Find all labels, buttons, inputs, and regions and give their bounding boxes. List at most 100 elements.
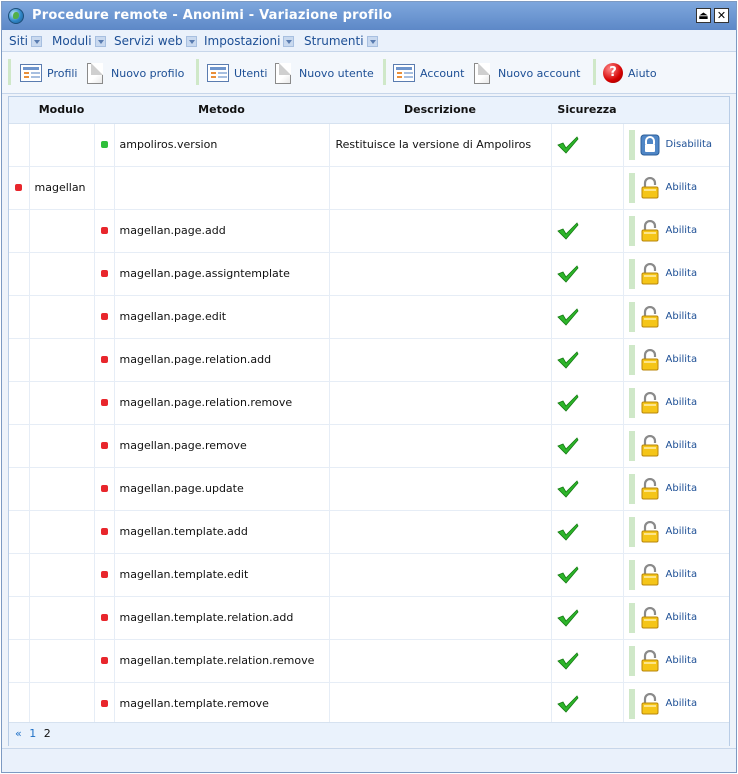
enable-action[interactable]: Abilita — [628, 301, 730, 332]
chevron-down-icon[interactable] — [31, 35, 42, 47]
enable-action[interactable]: Abilita — [628, 387, 730, 418]
menu-strumenti[interactable]: Strumenti — [304, 34, 378, 48]
action-label[interactable]: Disabilita — [666, 139, 713, 150]
action-label[interactable]: Abilita — [666, 483, 698, 494]
menu-siti[interactable]: Siti — [9, 34, 42, 48]
enable-action[interactable]: Abilita — [628, 344, 730, 375]
lock-open-icon[interactable] — [640, 176, 660, 199]
checkmark-icon — [556, 350, 578, 369]
lock-open-icon[interactable] — [640, 391, 660, 414]
metodo-cell: magellan.page.remove — [114, 424, 330, 468]
maximize-button[interactable]: ⏏ — [696, 8, 711, 23]
pagination-page-1[interactable]: 1 — [29, 727, 36, 740]
enable-action[interactable]: Abilita — [628, 602, 730, 633]
enable-action[interactable]: Abilita — [628, 258, 730, 289]
action-cell: Disabilita — [623, 123, 730, 167]
header-actions — [623, 97, 729, 124]
lock-open-icon[interactable] — [640, 219, 660, 242]
nuovo-utente-button[interactable]: Nuovo utente — [275, 60, 374, 86]
enable-action[interactable]: Abilita — [628, 172, 730, 203]
methods-table-body: ampoliros.version Restituisce la versione… — [9, 123, 730, 726]
aiuto-button[interactable]: ? Aiuto — [603, 60, 657, 86]
descrizione-cell — [329, 467, 552, 511]
action-cell: Abilita — [623, 682, 730, 726]
action-label[interactable]: Abilita — [666, 268, 698, 279]
account-button[interactable]: Account — [393, 60, 464, 86]
enable-action[interactable]: Abilita — [628, 688, 730, 719]
enable-action[interactable]: Abilita — [628, 559, 730, 590]
action-separator — [628, 559, 635, 590]
menu-impostazioni[interactable]: Impostazioni — [204, 34, 295, 48]
profili-label: Profili — [47, 66, 78, 80]
lock-open-icon[interactable] — [640, 649, 660, 672]
chevron-down-icon[interactable] — [94, 35, 106, 47]
disable-action[interactable]: Disabilita — [628, 129, 730, 160]
pagination-prev[interactable]: « — [15, 727, 22, 740]
action-label[interactable]: Abilita — [666, 569, 698, 580]
close-button[interactable]: ✕ — [714, 8, 729, 23]
module-status-cell — [9, 295, 30, 339]
enable-action[interactable]: Abilita — [628, 516, 730, 547]
table-row: magellan.page.relation.remove Abilita — [9, 381, 730, 425]
action-label[interactable]: Abilita — [666, 612, 698, 623]
nuovo-account-button[interactable]: Nuovo account — [474, 60, 581, 86]
status-dot — [100, 614, 108, 621]
sicurezza-cell — [551, 381, 624, 425]
profili-button[interactable]: Profili — [20, 60, 78, 86]
action-label[interactable]: Abilita — [666, 225, 698, 236]
lock-closed-icon[interactable] — [640, 134, 660, 156]
lock-open-icon[interactable] — [640, 606, 660, 629]
chevron-down-icon[interactable] — [283, 35, 295, 47]
nuovo-profilo-button[interactable]: Nuovo profilo — [87, 60, 184, 86]
action-label[interactable]: Abilita — [666, 698, 698, 709]
lock-open-icon[interactable] — [640, 434, 660, 457]
checkmark-icon — [556, 436, 578, 455]
method-status-cell — [94, 252, 115, 296]
action-label[interactable]: Abilita — [666, 182, 698, 193]
status-dot — [100, 442, 108, 449]
status-dot — [100, 700, 108, 707]
methods-table: Modulo Metodo Descrizione Sicurezza ampo… — [9, 97, 729, 726]
enable-action[interactable]: Abilita — [628, 430, 730, 461]
enable-action[interactable]: Abilita — [628, 473, 730, 504]
utenti-button[interactable]: Utenti — [207, 60, 267, 86]
action-cell: Abilita — [623, 424, 730, 468]
menu-servizi-web[interactable]: Servizi web — [114, 34, 197, 48]
action-label[interactable]: Abilita — [666, 354, 698, 365]
title-bar[interactable]: Procedure remote - Anonimi - Variazione … — [2, 2, 736, 30]
menu-servizi-web-label: Servizi web — [114, 34, 183, 48]
lock-open-icon[interactable] — [640, 305, 660, 328]
chevron-down-icon[interactable] — [185, 35, 197, 47]
status-dot — [100, 356, 108, 363]
enable-action[interactable]: Abilita — [628, 215, 730, 246]
lock-open-icon[interactable] — [640, 262, 660, 285]
action-cell: Abilita — [623, 467, 730, 511]
action-label[interactable]: Abilita — [666, 440, 698, 451]
action-separator — [628, 516, 635, 547]
menu-moduli[interactable]: Moduli — [52, 34, 106, 48]
action-label[interactable]: Abilita — [666, 397, 698, 408]
descrizione-cell — [329, 295, 552, 339]
action-label[interactable]: Abilita — [666, 655, 698, 666]
lock-open-icon[interactable] — [640, 520, 660, 543]
lock-open-icon[interactable] — [640, 477, 660, 500]
chevron-down-icon[interactable] — [366, 35, 378, 47]
descrizione-cell — [329, 553, 552, 597]
status-dot — [100, 485, 108, 492]
modulo-cell — [29, 596, 95, 640]
sicurezza-cell — [551, 209, 624, 253]
descrizione-cell — [329, 381, 552, 425]
lock-open-icon[interactable] — [640, 692, 660, 715]
status-dot — [100, 399, 108, 406]
action-separator — [628, 645, 635, 676]
action-separator — [628, 387, 635, 418]
action-label[interactable]: Abilita — [666, 311, 698, 322]
metodo-cell: magellan.page.update — [114, 467, 330, 511]
action-label[interactable]: Abilita — [666, 526, 698, 537]
enable-action[interactable]: Abilita — [628, 645, 730, 676]
table-row: magellan Abilita — [9, 166, 730, 210]
lock-open-icon[interactable] — [640, 348, 660, 371]
lock-open-icon[interactable] — [640, 563, 660, 586]
module-status-cell — [9, 467, 30, 511]
sicurezza-cell — [551, 639, 624, 683]
